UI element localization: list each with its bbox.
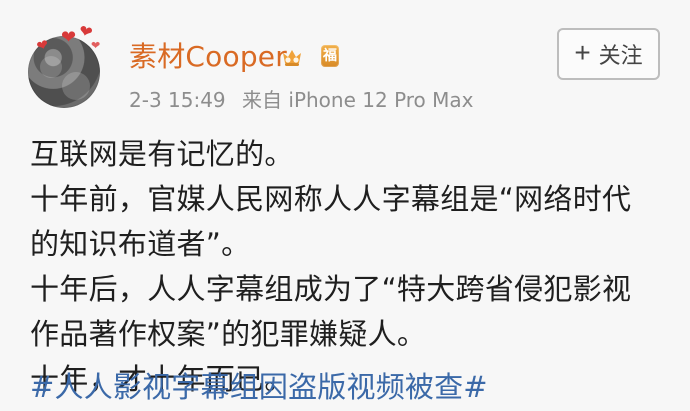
weibo-post-card: ❤ ❤ ❤ ❤ 素材Cooper 福 2-3 15:49 来自 iPhone 1…	[0, 0, 690, 411]
fortune-badge: 福	[321, 45, 339, 67]
content-line: 十年后，人人字幕组成为了“特大跨省侵犯影视	[30, 272, 632, 306]
post-meta: 2-3 15:49 来自 iPhone 12 Pro Max	[129, 88, 474, 112]
post-timestamp: 2-3 15:49	[129, 88, 226, 112]
username[interactable]: 素材Cooper	[129, 40, 287, 74]
content-line: 作品著作权案”的犯罪嫌疑人。	[30, 317, 427, 351]
plus-icon: +	[574, 37, 591, 68]
heart-icon: ❤	[61, 27, 77, 48]
content-line: 的知识布道者”。	[30, 227, 251, 261]
source-prefix: 来自	[242, 88, 283, 112]
vip-crown-icon	[283, 50, 301, 66]
content-line: 互联网是有记忆的。	[30, 137, 294, 171]
post-content: 互联网是有记忆的。 十年前，官媒人民网称人人字幕组是“网络时代 的知识布道者”。…	[30, 132, 670, 402]
source-device: iPhone 12 Pro Max	[288, 88, 474, 112]
hashtag-link[interactable]: #人人影视字幕组因盗版视频被查#	[30, 368, 488, 406]
content-line: 十年前，官媒人民网称人人字幕组是“网络时代	[30, 182, 632, 216]
follow-button[interactable]: + 关注	[557, 28, 660, 80]
follow-button-label: 关注	[598, 43, 643, 68]
heart-icon: ❤	[91, 39, 101, 52]
